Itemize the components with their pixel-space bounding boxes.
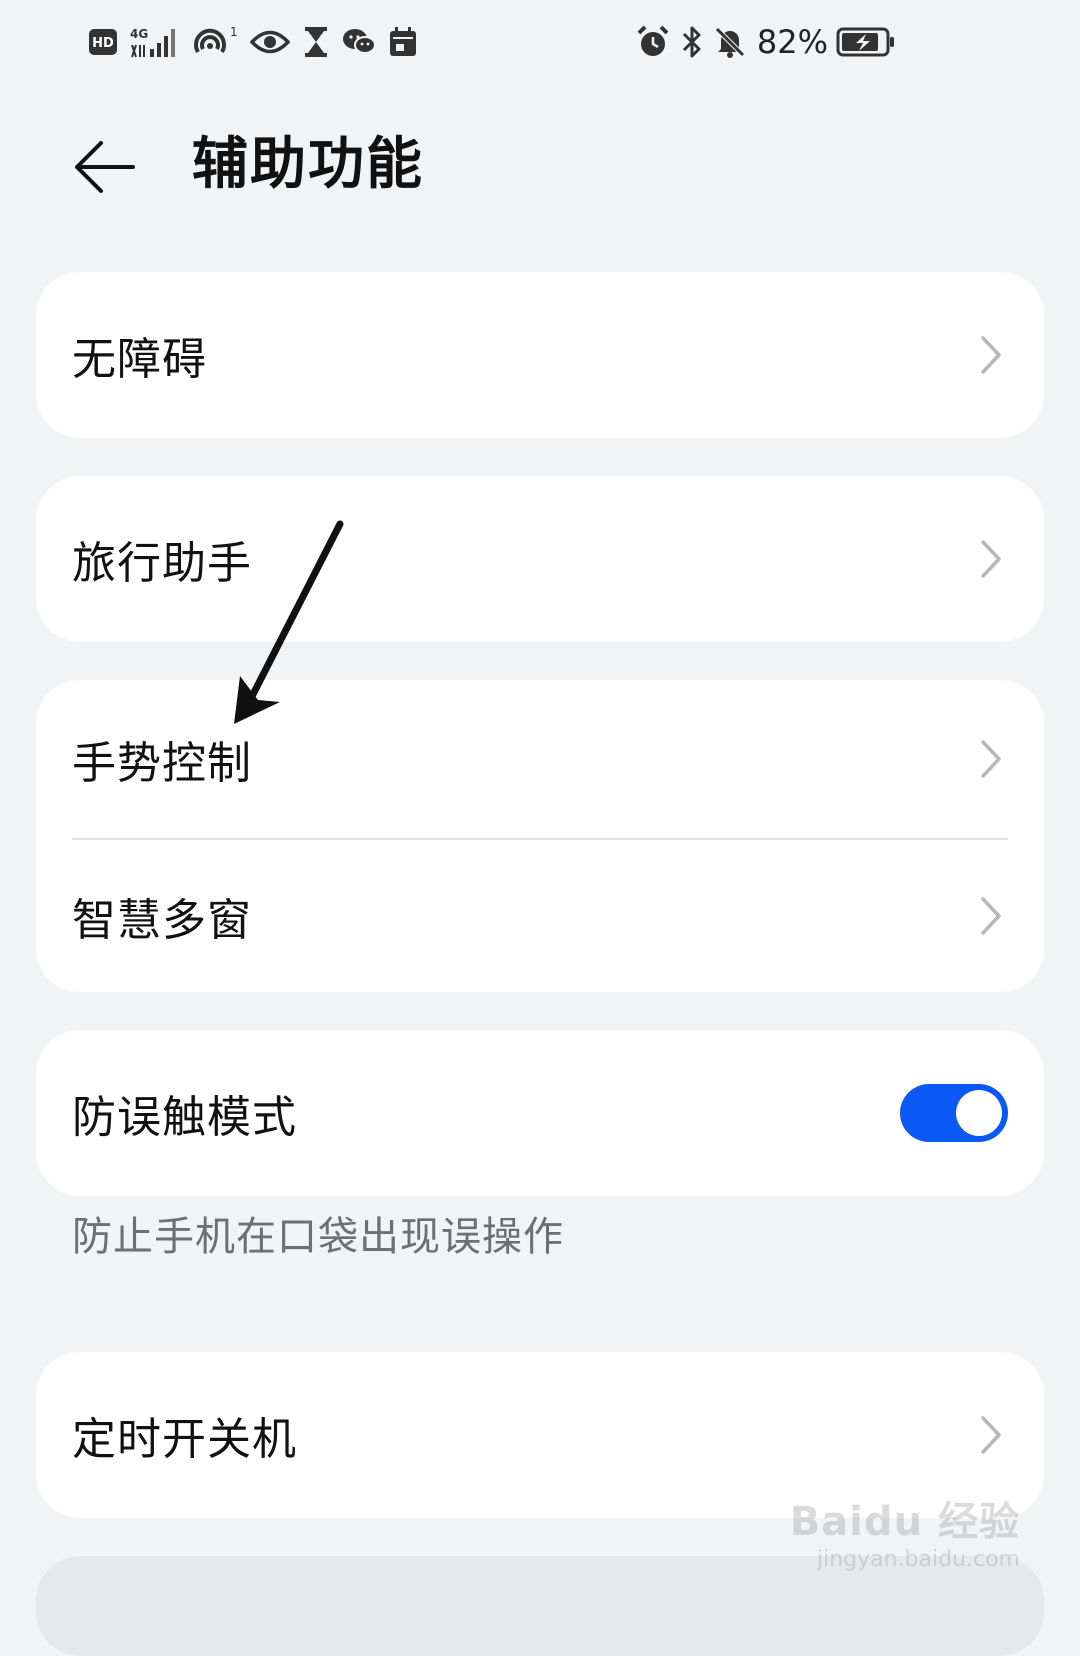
hourglass-icon — [302, 26, 330, 58]
toggle-knob — [956, 1090, 1002, 1136]
mute-icon — [713, 25, 747, 59]
status-bar: HD 4G 1 82% — [0, 0, 1080, 84]
signal-4g-icon: 4G — [130, 25, 180, 59]
back-button[interactable] — [70, 132, 140, 202]
eye-icon — [250, 27, 290, 57]
bluetooth-icon — [679, 25, 705, 59]
settings-item-label: 旅行助手 — [72, 538, 252, 589]
card-gesture-multiwindow: 手势控制 智慧多窗 — [36, 680, 1044, 992]
page-header: 辅助功能 — [0, 110, 1080, 220]
signal-label: 4G — [130, 27, 148, 41]
settings-item-label: 智慧多窗 — [72, 895, 252, 946]
settings-item-accessibility[interactable]: 无障碍 — [36, 272, 1044, 438]
chevron-right-icon — [978, 737, 1004, 781]
hotspot-icon: 1 — [192, 24, 238, 60]
settings-item-label: 手势控制 — [72, 738, 252, 789]
card-accessibility: 无障碍 — [36, 272, 1044, 438]
alarm-icon — [635, 25, 671, 59]
settings-item-travel-assistant[interactable]: 旅行助手 — [36, 476, 1044, 642]
hd-icon: HD — [88, 27, 118, 57]
chevron-right-icon — [978, 537, 1004, 581]
settings-item-scheduled-power[interactable]: 定时开关机 — [36, 1352, 1044, 1518]
anti-mistouch-toggle[interactable] — [900, 1084, 1008, 1142]
chevron-right-icon — [978, 1413, 1004, 1457]
card-travel-assistant: 旅行助手 — [36, 476, 1044, 642]
arrow-left-icon — [75, 141, 135, 193]
status-right-icons: 82% — [635, 20, 896, 64]
wechat-icon — [342, 27, 376, 57]
battery-icon — [836, 26, 896, 58]
card-anti-mistouch: 防误触模式 — [36, 1030, 1044, 1196]
status-left-icons: HD 4G 1 — [88, 20, 418, 64]
page-title: 辅助功能 — [192, 132, 424, 197]
settings-item-gesture-control[interactable]: 手势控制 — [36, 680, 1044, 838]
card-scheduled-power: 定时开关机 — [36, 1352, 1044, 1518]
chevron-right-icon — [978, 333, 1004, 377]
anti-mistouch-caption: 防止手机在口袋出现误操作 — [72, 1214, 564, 1260]
settings-item-label: 防误触模式 — [72, 1092, 297, 1143]
battery-percent: 82% — [756, 23, 828, 61]
calendar-icon — [388, 26, 418, 58]
chevron-right-icon — [978, 894, 1004, 938]
settings-item-label: 定时开关机 — [72, 1414, 297, 1465]
hotspot-count: 1 — [230, 25, 238, 39]
settings-item-label: 无障碍 — [72, 334, 207, 385]
settings-item-anti-mistouch: 防误触模式 — [36, 1030, 1044, 1196]
settings-item-smart-multiwindow[interactable]: 智慧多窗 — [36, 840, 1044, 992]
hd-label: HD — [92, 36, 114, 51]
card-partial-next[interactable] — [36, 1556, 1044, 1656]
